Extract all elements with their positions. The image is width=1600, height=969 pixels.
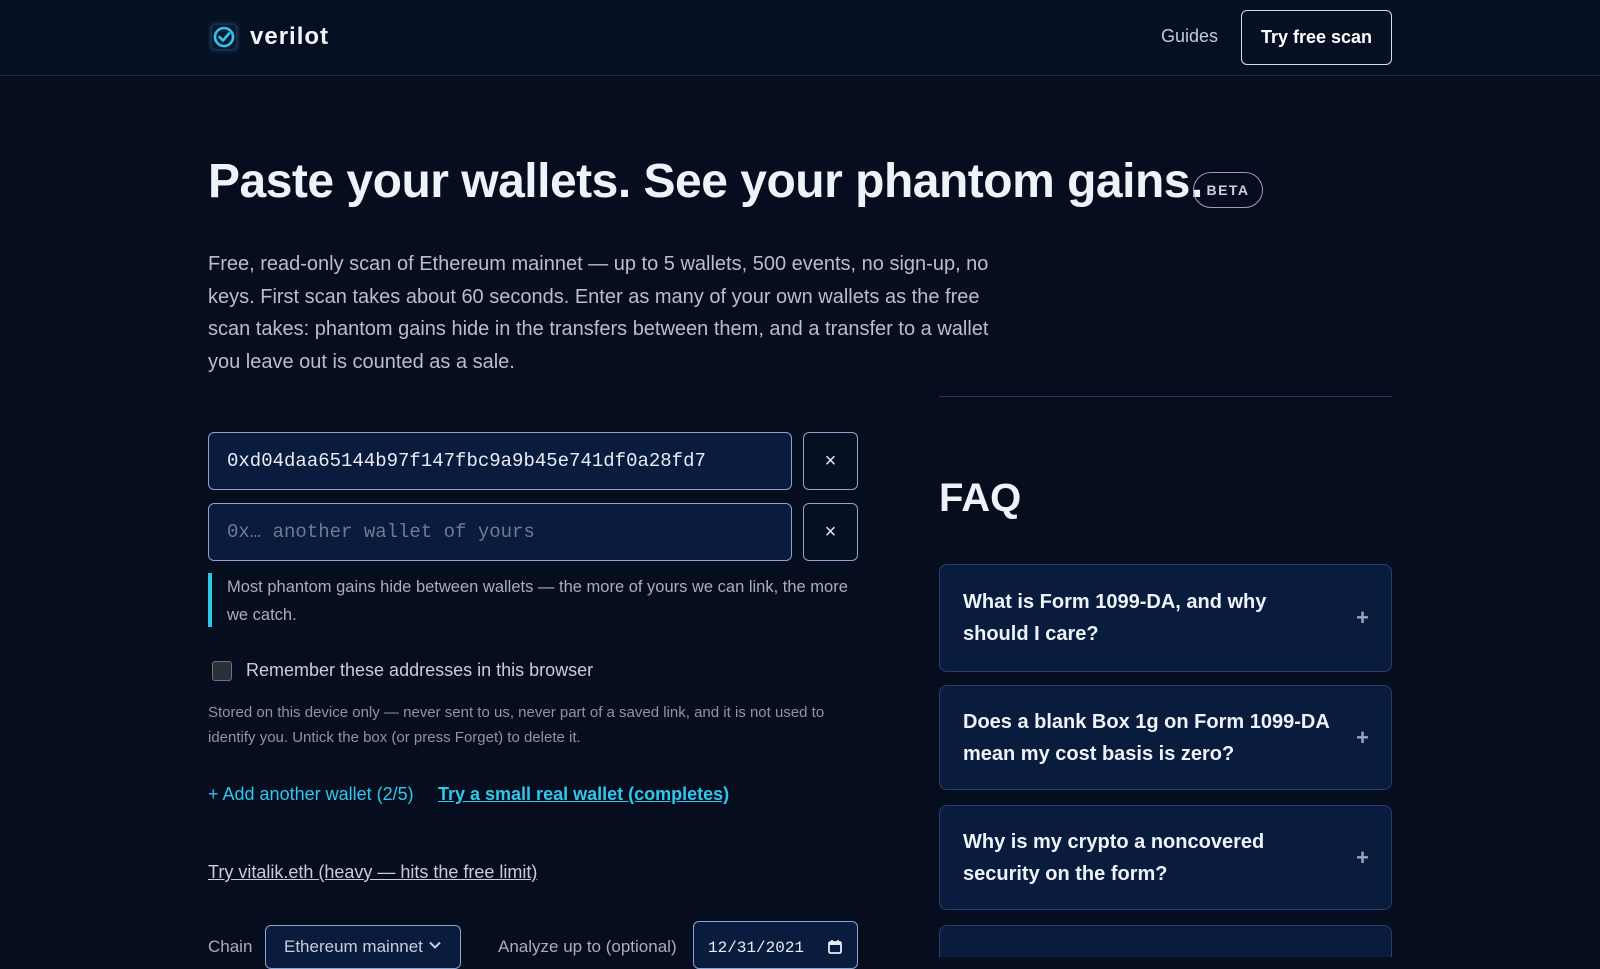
close-icon: × <box>824 520 837 543</box>
nav-guides-link[interactable]: Guides <box>1161 26 1218 47</box>
expand-plus-icon[interactable]: + <box>1356 605 1369 631</box>
analyze-date-label: Analyze up to (optional) <box>498 937 677 956</box>
remove-wallet-button[interactable]: × <box>803 503 858 561</box>
try-free-scan-button[interactable]: Try free scan <box>1241 10 1392 65</box>
brand-logo[interactable]: verilot <box>208 21 329 53</box>
analyze-date-input[interactable]: 12/31/2021 <box>693 921 858 969</box>
storage-note: Stored on this device only — never sent … <box>208 704 825 746</box>
wallet-address-input[interactable] <box>208 503 792 561</box>
wallet-linking-hint: Most phantom gains hide between wallets … <box>208 573 858 627</box>
top-navigation-bar: verilot Guides Try free scan <box>0 0 1600 76</box>
expand-plus-icon[interactable]: + <box>1356 845 1369 871</box>
chevron-down-icon <box>428 937 442 968</box>
page-title: Paste your wallets. See your phantom gai… <box>208 155 1203 208</box>
try-small-wallet-link[interactable]: Try a small real wallet (completes) <box>438 784 729 805</box>
remember-checkbox[interactable] <box>212 660 232 681</box>
close-icon: × <box>824 449 837 472</box>
wallet-row: × <box>208 503 858 561</box>
brand-name: verilot <box>250 23 330 50</box>
faq-heading: FAQ <box>939 476 1022 520</box>
try-vitalik-link[interactable]: Try vitalik.eth (heavy — hits the free l… <box>208 862 537 883</box>
beta-badge: BETA <box>1193 172 1263 208</box>
remove-wallet-button[interactable]: × <box>803 432 858 490</box>
faq-item[interactable]: Why is my crypto a noncovered security o… <box>939 805 1392 910</box>
remember-label: Remember these addresses in this browser <box>246 660 594 680</box>
add-wallet-link[interactable]: + Add another wallet (2/5) <box>208 784 414 805</box>
date-value: 12/31/2021 <box>708 939 805 957</box>
calendar-icon[interactable] <box>827 939 843 968</box>
faq-item[interactable]: Does a blank Box 1g on Form 1099-DA mean… <box>939 685 1392 790</box>
faq-divider <box>939 396 1392 397</box>
chain-select[interactable]: Ethereum mainnet <box>265 925 461 969</box>
chain-label: Chain <box>208 937 253 956</box>
faq-question: What is Form 1099-DA, and why should I c… <box>963 591 1267 645</box>
faq-question: Why is my crypto a noncovered security o… <box>963 830 1265 885</box>
wallet-row: × <box>208 432 858 490</box>
remember-addresses-toggle[interactable]: Remember these addresses in this browser <box>212 660 593 681</box>
checkmark-shield-icon <box>208 21 240 53</box>
expand-plus-icon[interactable]: + <box>1356 725 1369 751</box>
faq-question: Does a blank Box 1g on Form 1099-DA mean… <box>963 710 1330 765</box>
faq-item-partial[interactable] <box>939 925 1392 957</box>
faq-item[interactable]: What is Form 1099-DA, and why should I c… <box>939 564 1392 672</box>
chain-selected-value: Ethereum mainnet <box>284 937 423 956</box>
hero-description: Free, read-only scan of Ethereum mainnet… <box>208 253 989 373</box>
wallet-address-input[interactable] <box>208 432 792 490</box>
